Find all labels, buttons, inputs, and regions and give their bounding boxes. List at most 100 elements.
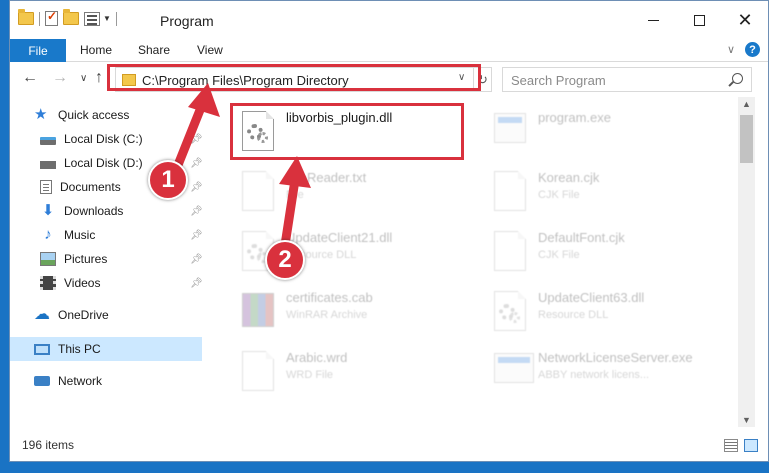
file-name: certificates.cab bbox=[286, 290, 373, 305]
up-arrow-icon[interactable]: ↑ bbox=[95, 69, 103, 87]
separator bbox=[115, 11, 117, 26]
file-name: DefaultFont.cjk bbox=[538, 230, 625, 245]
file-type: WinRAR Archive bbox=[286, 309, 368, 321]
sidebar-item-videos[interactable]: Videos 📌︎ bbox=[40, 271, 212, 295]
archive-icon bbox=[242, 293, 274, 327]
disk-icon bbox=[40, 161, 56, 169]
sidebar-item-label: Videos bbox=[64, 276, 101, 290]
file-item[interactable]: Korean.cjk CJK File bbox=[482, 161, 732, 221]
callout-badge-2: 2 bbox=[265, 240, 305, 280]
close-button[interactable]: ✕ bbox=[722, 1, 768, 39]
gear-file-icon bbox=[494, 291, 526, 331]
file-item[interactable]: NetworkLicenseServer.exe ABBY network li… bbox=[482, 341, 732, 401]
sidebar-item-label: Local Disk (C:) bbox=[64, 132, 143, 146]
download-icon: ⬇ bbox=[41, 202, 55, 219]
maximize-button[interactable] bbox=[676, 1, 722, 39]
folder-icon[interactable] bbox=[18, 9, 34, 25]
search-input[interactable]: Search Program bbox=[511, 73, 606, 88]
file-type: ABBY network licens... bbox=[538, 369, 650, 381]
file-name: Arabic.wrd bbox=[286, 350, 348, 365]
minimize-button[interactable] bbox=[630, 1, 676, 39]
exe-icon bbox=[494, 113, 526, 143]
tab-file[interactable]: File bbox=[10, 39, 66, 62]
forward-arrow-icon[interactable]: → bbox=[52, 69, 68, 87]
ribbon-controls: ∨ ? bbox=[727, 42, 760, 57]
tab-view[interactable]: View bbox=[197, 43, 223, 57]
network-icon bbox=[34, 376, 50, 386]
window-title: Program bbox=[160, 13, 214, 29]
sidebar-item-label: Music bbox=[64, 228, 96, 242]
sidebar-item-pictures[interactable]: Pictures 📌︎ bbox=[40, 247, 212, 271]
search-box[interactable]: Search Program bbox=[502, 67, 752, 92]
back-arrow-icon[interactable]: ← bbox=[22, 69, 38, 87]
file-item[interactable]: Arabic.wrd WRD File bbox=[230, 341, 480, 401]
file-item[interactable]: certificates.cab WinRAR Archive bbox=[230, 281, 480, 341]
details-view-icon[interactable] bbox=[724, 439, 738, 452]
sidebar-item-music[interactable]: ♪ Music 📌︎ bbox=[40, 223, 212, 247]
sidebar-item-label: Local Disk (D:) bbox=[64, 156, 143, 170]
sidebar-item-onedrive[interactable]: ☁ OneDrive bbox=[34, 303, 224, 327]
ribbon-tabs: File Home Share View ∨ ? bbox=[10, 39, 768, 62]
tab-home[interactable]: Home bbox=[80, 43, 112, 57]
file-icon bbox=[494, 231, 526, 271]
file-name: UpdateClient63.dll bbox=[538, 290, 645, 305]
videos-icon bbox=[40, 276, 56, 290]
minimize-icon bbox=[647, 19, 659, 21]
scroll-thumb[interactable] bbox=[740, 115, 753, 163]
status-bar: 196 items bbox=[10, 431, 768, 461]
scroll-down-icon[interactable]: ▼ bbox=[742, 415, 751, 425]
search-icon bbox=[732, 73, 743, 84]
tiles-view-icon[interactable] bbox=[744, 439, 758, 452]
sidebar-item-network[interactable]: Network bbox=[34, 369, 224, 393]
file-name: program.exe bbox=[538, 110, 611, 125]
cloud-icon: ☁ bbox=[34, 306, 50, 323]
callout-badge-1: 1 bbox=[148, 160, 188, 200]
sidebar-item-label: OneDrive bbox=[58, 308, 109, 322]
sidebar-item-label: Quick access bbox=[58, 108, 130, 122]
quick-access-toolbar: ▼ bbox=[18, 9, 117, 26]
vertical-scrollbar[interactable]: ▲ ▼ bbox=[738, 97, 755, 427]
exe-icon bbox=[494, 353, 534, 383]
file-type: Resource DLL bbox=[538, 309, 609, 321]
scroll-up-icon[interactable]: ▲ bbox=[742, 99, 751, 109]
properties-check-icon[interactable] bbox=[45, 9, 58, 26]
file-item[interactable]: UpdateClient63.dll Resource DLL bbox=[482, 281, 732, 341]
help-icon[interactable]: ? bbox=[745, 42, 760, 57]
close-icon: ✕ bbox=[737, 9, 753, 30]
file-icon bbox=[242, 351, 274, 391]
pictures-icon bbox=[40, 252, 56, 266]
disk-icon bbox=[40, 137, 56, 145]
item-count: 196 items bbox=[22, 438, 75, 452]
pin-icon[interactable]: 📌︎ bbox=[190, 230, 203, 241]
computer-icon bbox=[34, 343, 50, 355]
sidebar-item-label: This PC bbox=[58, 342, 101, 356]
separator bbox=[39, 11, 40, 26]
properties-icon[interactable] bbox=[84, 11, 100, 26]
sidebar-item-this-pc[interactable]: This PC bbox=[10, 337, 202, 361]
pin-icon[interactable]: 📌︎ bbox=[190, 278, 203, 289]
customize-dropdown-icon[interactable]: ▼ bbox=[103, 14, 111, 23]
sidebar-item-label: Documents bbox=[60, 180, 121, 194]
pin-icon[interactable]: 📌︎ bbox=[190, 254, 203, 265]
title-bar: ▼ Program ✕ bbox=[10, 1, 768, 39]
star-icon: ★ bbox=[34, 106, 48, 123]
file-item[interactable]: DefaultFont.cjk CJK File bbox=[482, 221, 732, 281]
file-name: NetworkLicenseServer.exe bbox=[538, 350, 693, 365]
file-type: WRD File bbox=[286, 369, 334, 381]
window-controls: ✕ bbox=[630, 1, 768, 39]
file-icon bbox=[494, 171, 526, 211]
sidebar-item-label: Network bbox=[58, 374, 103, 388]
expand-ribbon-icon[interactable]: ∨ bbox=[727, 43, 735, 56]
view-switcher bbox=[724, 439, 758, 452]
file-name: Korean.cjk bbox=[538, 170, 600, 185]
file-type: CJK File bbox=[538, 249, 580, 261]
file-item[interactable]: program.exe bbox=[482, 101, 732, 161]
pin-icon[interactable]: 📌︎ bbox=[190, 206, 203, 217]
tab-share[interactable]: Share bbox=[138, 43, 170, 57]
sidebar-item-label: Pictures bbox=[64, 252, 108, 266]
new-folder-icon[interactable] bbox=[63, 9, 79, 25]
document-icon bbox=[40, 180, 52, 194]
recent-locations-icon[interactable]: ∨ bbox=[80, 73, 87, 84]
file-type: CJK File bbox=[538, 189, 580, 201]
sidebar-item-label: Downloads bbox=[64, 204, 124, 218]
